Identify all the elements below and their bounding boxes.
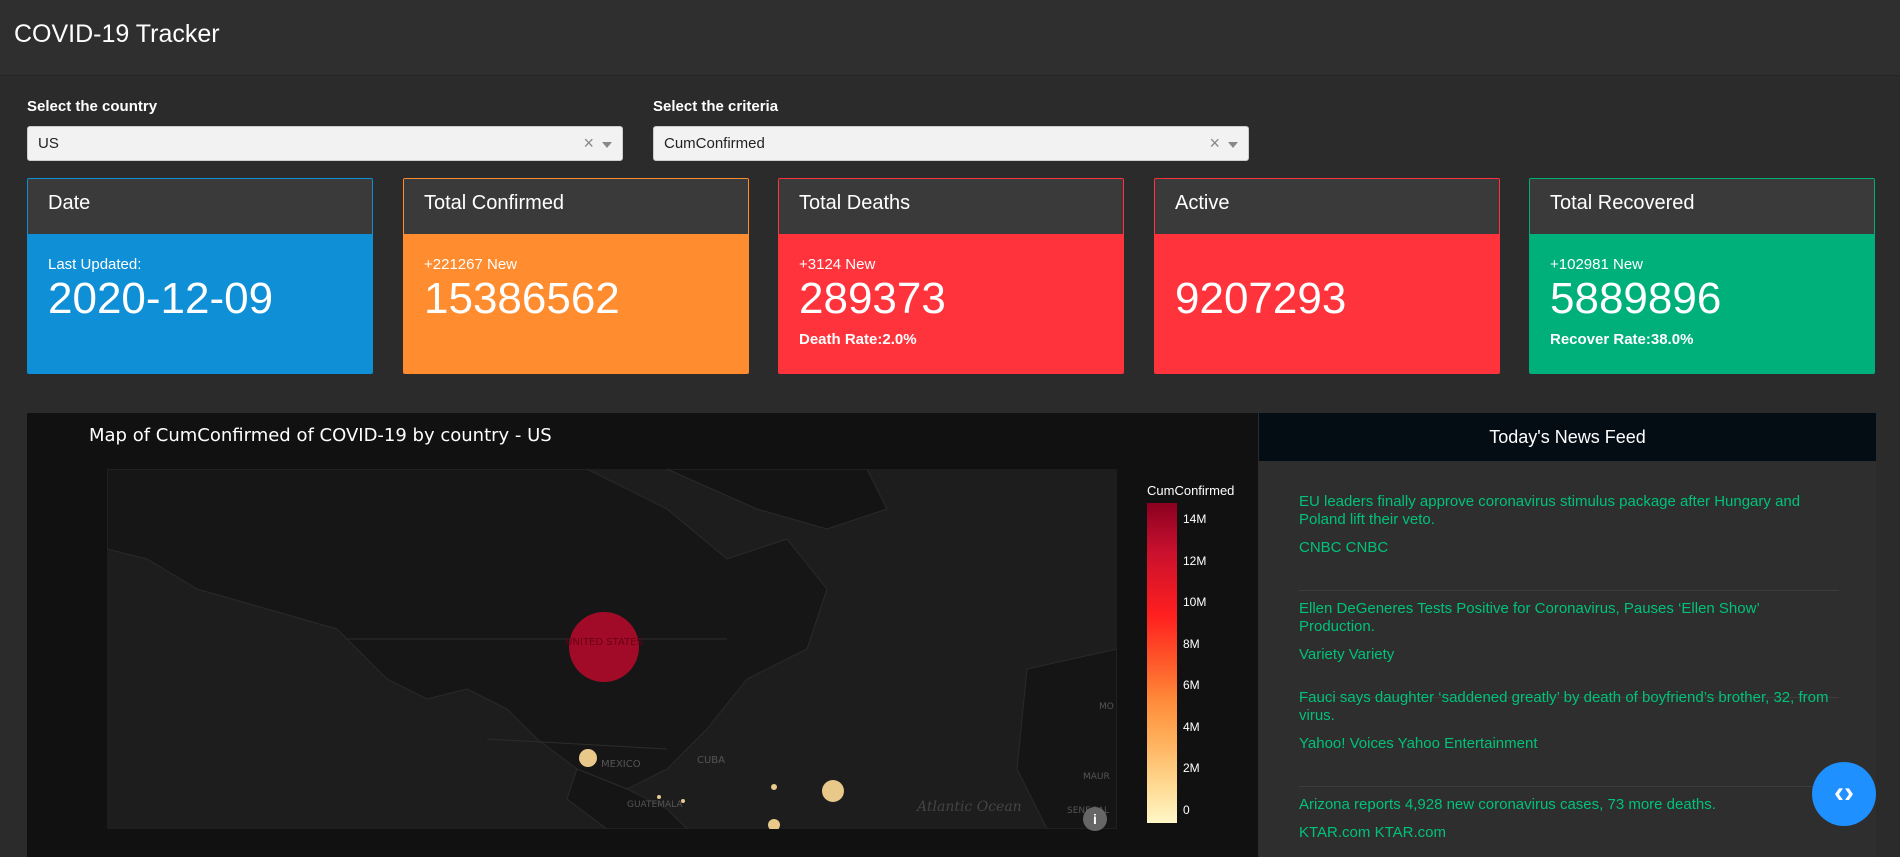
news-title-link[interactable]: Ellen DeGeneres Tests Positive for Coron… — [1299, 600, 1839, 636]
total-deaths-card: Total Deaths +3124 New 289373 Death Rate… — [778, 178, 1124, 374]
top-bar: COVID-19 Tracker — [0, 0, 1900, 76]
total-confirmed-card: Total Confirmed +221267 New 15386562 — [403, 178, 749, 374]
card-subtitle: Last Updated: — [48, 256, 142, 273]
card-value: 289373 — [799, 274, 946, 323]
news-feed-panel: Today's News Feed EU leaders finally app… — [1259, 413, 1876, 857]
colombia-bubble — [768, 819, 780, 829]
active-card: Active 9207293 — [1154, 178, 1500, 374]
chevron-down-icon[interactable] — [602, 142, 612, 148]
colorbar-tick: 12M — [1183, 554, 1207, 568]
clear-criteria-icon[interactable]: × — [1209, 133, 1220, 154]
country-select-value: US — [38, 135, 59, 152]
date-card: Date Last Updated: 2020-12-09 — [27, 178, 373, 374]
cuba-map-label: CUBA — [697, 755, 725, 766]
map-svg: UNITED STATES MEXICO CUBA GUATEMALA Atla… — [107, 469, 1117, 829]
news-title-link[interactable]: EU leaders finally approve coronavirus s… — [1299, 493, 1839, 529]
card-subtitle: +221267 New — [424, 256, 517, 273]
card-body: +102981 New 5889896 Recover Rate:38.0% — [1530, 234, 1874, 373]
news-item[interactable]: Arizona reports 4,928 new coronavirus ca… — [1299, 796, 1839, 856]
death-rate-text: Death Rate:2.0% — [799, 331, 917, 349]
colorbar — [1147, 503, 1177, 823]
criteria-select-value: CumConfirmed — [664, 135, 765, 152]
code-toggle-button[interactable]: ‹› — [1812, 762, 1876, 826]
news-item[interactable]: Fauci says daughter ‘saddened greatly’ b… — [1299, 689, 1839, 787]
mexico-bubble — [579, 749, 597, 767]
info-icon[interactable]: i — [1083, 807, 1107, 831]
news-title-link[interactable]: Fauci says daughter ‘saddened greatly’ b… — [1299, 689, 1839, 725]
world-map[interactable]: UNITED STATES MEXICO CUBA GUATEMALA Atla… — [107, 469, 1117, 829]
map-panel: Map of CumConfirmed of COVID-19 by count… — [27, 413, 1258, 857]
colorbar-label: CumConfirmed — [1147, 483, 1235, 498]
cuba-bubble — [771, 784, 777, 790]
card-value: 15386562 — [424, 274, 620, 323]
news-item[interactable]: Ellen DeGeneres Tests Positive for Coron… — [1299, 600, 1839, 698]
card-title: Total Confirmed — [404, 179, 748, 234]
news-source: CNBC CNBC — [1299, 539, 1389, 556]
mexico-map-label: MEXICO — [601, 759, 641, 770]
atlantic-map-label: Atlantic Ocean — [915, 799, 1022, 815]
card-title: Total Deaths — [779, 179, 1123, 234]
map-title: Map of CumConfirmed of COVID-19 by count… — [89, 425, 552, 446]
morocco-map-label: MO — [1099, 702, 1114, 712]
card-subtitle — [1175, 256, 1479, 273]
card-subtitle: +102981 New — [1550, 256, 1643, 273]
card-subtitle: +3124 New — [799, 256, 876, 273]
colorbar-tick: 4M — [1183, 720, 1200, 734]
colorbar-tick: 6M — [1183, 678, 1200, 692]
colorbar-tick: 10M — [1183, 595, 1207, 609]
criteria-select[interactable]: CumConfirmed × — [653, 126, 1249, 161]
news-source: Yahoo! Voices Yahoo Entertainment — [1299, 735, 1538, 752]
country-select-label: Select the country — [27, 98, 158, 115]
caribbean-bubble — [822, 780, 844, 802]
guatemala-bubble — [657, 795, 661, 799]
card-body: +221267 New 15386562 — [404, 234, 748, 373]
news-item[interactable]: EU leaders finally approve coronavirus s… — [1299, 493, 1839, 591]
country-select[interactable]: US × — [27, 126, 623, 161]
card-value: 5889896 — [1550, 274, 1722, 323]
news-title-link[interactable]: Arizona reports 4,928 new coronavirus ca… — [1299, 796, 1839, 814]
colorbar-tick: 8M — [1183, 637, 1200, 651]
main-content: Select the country US × Select the crite… — [0, 77, 1900, 857]
us-map-label: UNITED STATES — [565, 637, 643, 648]
colorbar-tick: 14M — [1183, 512, 1207, 526]
card-value: 9207293 — [1175, 274, 1347, 323]
card-body: Last Updated: 2020-12-09 — [28, 234, 372, 373]
card-title: Total Recovered — [1530, 179, 1874, 234]
colorbar-tick: 2M — [1183, 761, 1200, 775]
app-title: COVID-19 Tracker — [14, 20, 220, 48]
criteria-select-label: Select the criteria — [653, 98, 779, 115]
news-source: Variety Variety — [1299, 646, 1395, 663]
guatemala-map-label: GUATEMALA — [627, 800, 683, 810]
news-feed-header: Today's News Feed — [1259, 413, 1876, 461]
card-title: Date — [28, 179, 372, 234]
card-body: 9207293 — [1155, 234, 1499, 373]
card-title: Active — [1155, 179, 1499, 234]
recover-rate-text: Recover Rate:38.0% — [1550, 331, 1694, 349]
card-value: 2020-12-09 — [48, 274, 274, 323]
card-body: +3124 New 289373 Death Rate:2.0% — [779, 234, 1123, 373]
news-source: KTAR.com KTAR.com — [1299, 824, 1446, 841]
total-recovered-card: Total Recovered +102981 New 5889896 Reco… — [1529, 178, 1875, 374]
clear-country-icon[interactable]: × — [583, 133, 594, 154]
chevron-down-icon[interactable] — [1228, 142, 1238, 148]
mauritania-map-label: MAUR — [1083, 772, 1110, 782]
colorbar-tick: 0 — [1183, 803, 1190, 817]
